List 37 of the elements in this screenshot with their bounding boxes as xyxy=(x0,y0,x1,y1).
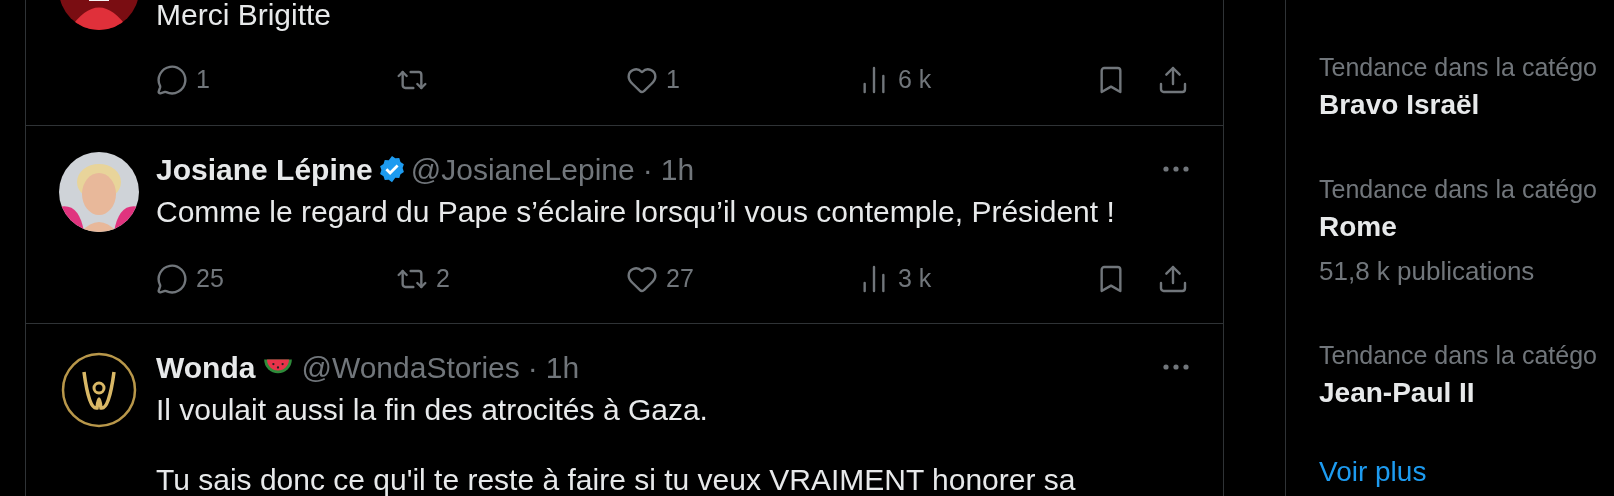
trend-category: Tendance dans la catégo xyxy=(1319,340,1598,371)
speech-bubble-icon xyxy=(156,64,188,96)
author-handle[interactable]: @JosianeLepine xyxy=(410,146,635,192)
trend-name[interactable]: Rome xyxy=(1319,210,1614,244)
more-icon xyxy=(1163,364,1189,370)
share-icon xyxy=(1157,64,1189,96)
post-time[interactable]: 1h xyxy=(660,146,695,192)
post-text: Il voulait aussi la fin des atrocités à Gaza. xyxy=(156,392,709,427)
reply-button[interactable]: 25 xyxy=(156,260,224,298)
show-more-link[interactable]: Voir plus xyxy=(1319,456,1614,488)
separator-dot: · xyxy=(527,349,538,386)
views-button[interactable]: 3 k xyxy=(858,260,932,298)
trend-post-count: 51,8 k publications xyxy=(1319,255,1536,288)
like-button[interactable]: 1 xyxy=(626,61,680,99)
author-name[interactable]: Wonda xyxy=(156,344,256,390)
trend-name[interactable]: Jean-Paul II xyxy=(1319,376,1614,410)
post-text: Merci Brigitte xyxy=(156,0,333,30)
post-text: Tu sais donc ce qu'il te reste à faire si tu veux VRAIMENT honorer sa xyxy=(156,462,1077,496)
more-button[interactable] xyxy=(1163,166,1189,172)
post-text: Comme le regard du Pape s’éclaire lorsqu’il vous contemple, Président ! xyxy=(156,194,1116,229)
trend-category: Tendance dans la catégo xyxy=(1319,52,1598,83)
like-button[interactable]: 27 xyxy=(626,260,694,298)
speech-bubble-icon xyxy=(156,263,188,295)
author-handle[interactable]: @WondaStories xyxy=(301,344,520,390)
more-icon xyxy=(1163,166,1189,172)
post-time[interactable]: 1h xyxy=(545,344,580,390)
separator-dot: · xyxy=(642,151,653,188)
more-button[interactable] xyxy=(1163,364,1189,370)
repost-button[interactable]: 2 xyxy=(396,260,450,298)
views-button[interactable]: 6 k xyxy=(858,61,932,99)
trend-category: Tendance dans la catégo xyxy=(1319,174,1598,205)
share-icon xyxy=(1157,263,1189,295)
share-button[interactable] xyxy=(1157,64,1189,96)
author-name[interactable]: Josiane Lépine xyxy=(156,146,373,192)
trend-name[interactable]: Bravo Israël xyxy=(1319,88,1614,122)
share-button[interactable] xyxy=(1157,263,1189,295)
reply-button[interactable]: 1 xyxy=(156,61,210,99)
